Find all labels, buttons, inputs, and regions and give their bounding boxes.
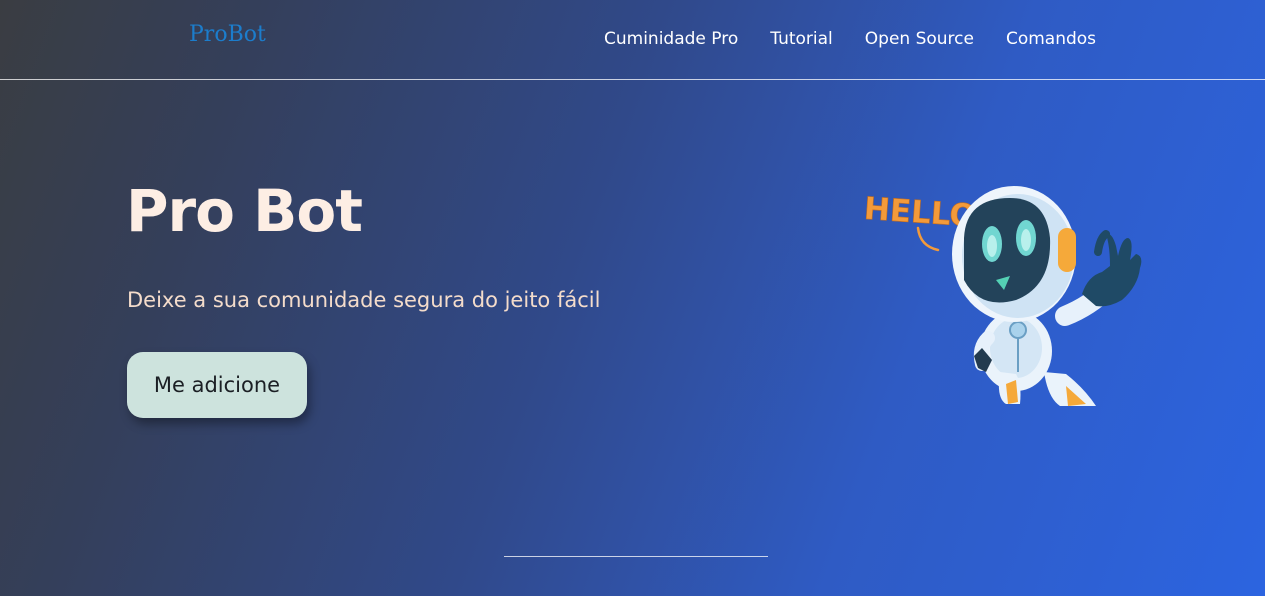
top-navbar: ProBot Cuminidade Pro Tutorial Open Sour…: [0, 0, 1265, 80]
robot-waving-icon: HELLO!: [860, 176, 1155, 411]
hero-title: Pro Bot: [126, 177, 363, 245]
main-nav: Cuminidade Pro Tutorial Open Source Coma…: [604, 28, 1128, 50]
bottom-divider: [504, 556, 768, 557]
logo-link[interactable]: ProBot: [189, 22, 266, 47]
add-bot-button[interactable]: Me adicione: [127, 352, 307, 418]
nav-link-comandos[interactable]: Comandos: [1006, 28, 1096, 50]
nav-link-open-source[interactable]: Open Source: [865, 28, 974, 50]
hero-subtitle: Deixe a sua comunidade segura do jeito f…: [127, 288, 601, 312]
nav-link-tutorial[interactable]: Tutorial: [770, 28, 833, 50]
nav-link-comunidade-pro[interactable]: Cuminidade Pro: [604, 28, 738, 50]
